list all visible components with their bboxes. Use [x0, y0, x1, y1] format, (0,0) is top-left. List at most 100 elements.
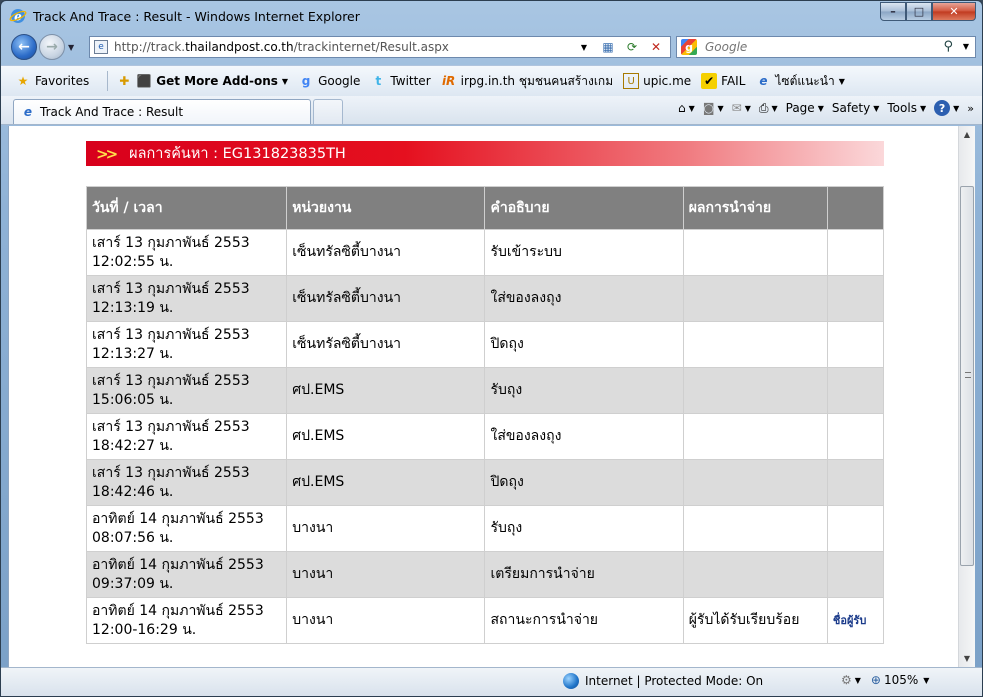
- cell-recipient: [826, 367, 885, 414]
- globe-icon: [563, 673, 579, 689]
- cell-delivery-result: ผู้รับได้รับเรียบร้อย: [682, 597, 828, 644]
- rss-feed-icon: ◙: [702, 101, 715, 115]
- cell-datetime: เสาร์ 13 กุมภาพันธ์ 2553 12:13:19 น.: [85, 275, 288, 322]
- refresh-icon[interactable]: ⟳: [620, 40, 644, 54]
- fail-icon: ✔: [701, 73, 718, 89]
- printer-icon: ⎙: [758, 100, 769, 115]
- address-url[interactable]: http://track.thailandpost.co.th/trackint…: [114, 40, 449, 54]
- zoom-control[interactable]: ⊕ 105% ▼: [871, 673, 930, 687]
- fav-item-addons[interactable]: ✚ ⬛ Get More Add-ons ▼: [116, 73, 288, 89]
- fav-item-suggested-sites[interactable]: e ไซต์แนะนำ ▼: [755, 72, 845, 91]
- cell-office: บางนา: [286, 551, 486, 598]
- zoom-icon: ⊕: [870, 673, 881, 687]
- search-input[interactable]: [703, 39, 923, 55]
- maximize-button[interactable]: □: [906, 2, 932, 21]
- tab-title: Track And Trace : Result: [40, 105, 184, 119]
- safety-menu[interactable]: Safety ▼: [832, 101, 880, 115]
- cell-time: 12:13:19 น.: [92, 299, 174, 316]
- chevron-down-icon: ▼: [838, 76, 845, 86]
- chevron-down-icon[interactable]: ▼: [855, 676, 861, 685]
- navigation-bar: ← → ▼ e http://track.thailandpost.co.th/…: [1, 31, 982, 65]
- cell-datetime: อาทิตย์ 14 กุมภาพันธ์ 2553 09:37:09 น.: [85, 551, 288, 598]
- cell-time: 18:42:27 น.: [92, 437, 174, 454]
- tab-track-and-trace[interactable]: e Track And Trace : Result: [13, 99, 311, 124]
- table-row: เสาร์ 13 กุมภาพันธ์ 2553 18:42:46 น. ศป.E…: [85, 459, 885, 506]
- scrollbar-thumb[interactable]: [960, 186, 974, 566]
- back-button[interactable]: ←: [11, 34, 37, 60]
- cell-recipient: [826, 459, 885, 506]
- column-header-description: คำอธิบาย: [484, 186, 684, 230]
- divider: [107, 71, 109, 91]
- title-bar: e Track And Trace : Result - Windows Int…: [1, 1, 982, 31]
- favorites-label: Favorites: [35, 74, 90, 88]
- compatibility-view-icon[interactable]: ▦: [596, 40, 620, 54]
- page-menu[interactable]: Page ▼: [786, 101, 824, 115]
- window-controls: – □ ✕: [880, 2, 976, 21]
- vertical-scrollbar[interactable]: ▲ ▼: [958, 126, 975, 667]
- recipient-name-link[interactable]: ชื่อผู้รับ: [833, 614, 866, 627]
- new-tab-button[interactable]: [313, 99, 343, 124]
- favorites-button[interactable]: ★ Favorites: [15, 73, 90, 89]
- fav-item-irpg[interactable]: iR irpg.in.th ชุมชนคนสร้างเกม: [441, 72, 613, 91]
- search-options-dropdown-icon[interactable]: ▼: [963, 42, 969, 51]
- cell-delivery-result: [682, 459, 828, 506]
- table-row: เสาร์ 13 กุมภาพันธ์ 2553 12:13:19 น. เซ็น…: [85, 275, 885, 322]
- help-button[interactable]: ? ▼: [934, 100, 959, 116]
- ie-icon: e: [759, 74, 768, 88]
- fav-item-label: Google: [318, 74, 361, 88]
- cell-delivery-result: [682, 413, 828, 460]
- protected-mode-settings-icon[interactable]: ⚙: [841, 673, 852, 687]
- irpg-icon: iR: [441, 74, 456, 88]
- cell-time: 15:06:05 น.: [92, 391, 174, 408]
- fav-item-label: upic.me: [643, 74, 692, 88]
- zone-text: Internet | Protected Mode: On: [585, 674, 764, 688]
- cell-date: อาทิตย์ 14 กุมภาพันธ์ 2553: [92, 602, 264, 619]
- recent-pages-dropdown-icon[interactable]: ▼: [68, 43, 74, 52]
- chevron-down-icon: ▼: [923, 675, 930, 685]
- cell-time: 08:07:56 น.: [92, 529, 174, 546]
- tracking-table: วันที่ / เวลา หน่วยงาน คำอธิบาย ผลการนำจ…: [85, 186, 885, 644]
- column-header-datetime: วันที่ / เวลา: [85, 186, 288, 230]
- more-commands-icon[interactable]: »: [967, 102, 974, 115]
- cell-office: เซ็นทรัลซิตี้บางนา: [286, 275, 486, 322]
- address-dropdown-icon[interactable]: ▼: [572, 43, 596, 52]
- command-buttons: ⌂ ▼ ◙ ▼ ✉ ▼ ⎙ ▼ Page ▼ Safety ▼ Tools ▼ ? ▼ »: [670, 100, 974, 116]
- twitter-icon: t: [375, 74, 382, 88]
- mail-icon: ✉: [731, 101, 742, 115]
- chevron-down-icon: ▼: [281, 76, 289, 86]
- cell-datetime: เสาร์ 13 กุมภาพันธ์ 2553 12:13:27 น.: [85, 321, 288, 368]
- security-zone[interactable]: Internet | Protected Mode: On: [563, 673, 763, 689]
- stop-icon[interactable]: ✕: [644, 40, 668, 54]
- cell-office: เซ็นทรัลซิตี้บางนา: [286, 321, 486, 368]
- table-row: อาทิตย์ 14 กุมภาพันธ์ 2553 12:00-16:29 น.…: [85, 597, 885, 644]
- mail-button[interactable]: ✉ ▼: [732, 101, 751, 115]
- cell-recipient: [826, 275, 885, 322]
- address-bar[interactable]: e http://track.thailandpost.co.th/tracki…: [89, 36, 671, 58]
- status-bar: Internet | Protected Mode: On ⚙ ▼ ⊕ 105%…: [1, 667, 982, 696]
- google-icon: g: [301, 74, 311, 88]
- print-button[interactable]: ⎙ ▼: [759, 101, 778, 116]
- fav-item-upic[interactable]: U upic.me: [623, 73, 691, 89]
- scroll-up-arrow-icon[interactable]: ▲: [959, 126, 975, 143]
- arrow-left-icon: ←: [18, 39, 30, 55]
- cell-delivery-result: [682, 551, 828, 598]
- close-button[interactable]: ✕: [932, 2, 976, 21]
- cell-recipient: [826, 413, 885, 460]
- page-menu-label: Page: [785, 101, 815, 115]
- home-button[interactable]: ⌂ ▼: [678, 101, 695, 115]
- fav-item-twitter[interactable]: t Twitter: [370, 73, 431, 89]
- scroll-down-arrow-icon[interactable]: ▼: [959, 650, 975, 667]
- forward-button[interactable]: →: [39, 34, 65, 60]
- feeds-button[interactable]: ◙ ▼: [703, 101, 724, 115]
- tools-menu[interactable]: Tools ▼: [887, 101, 926, 115]
- fav-item-google[interactable]: g Google: [298, 73, 361, 89]
- fav-item-fail[interactable]: ✔ FAIL: [701, 73, 745, 89]
- add-favorite-icon[interactable]: ✚: [116, 73, 132, 89]
- search-icon[interactable]: ⚲: [943, 39, 953, 54]
- minimize-button[interactable]: –: [880, 2, 906, 21]
- cell-office: ศป.EMS: [286, 459, 486, 506]
- grip-icon: [965, 372, 971, 378]
- google-search-provider-icon[interactable]: g: [681, 39, 697, 55]
- cell-date: อาทิตย์ 14 กุมภาพันธ์ 2553: [92, 510, 264, 527]
- address-controls: ▼ ▦ ⟳ ✕: [572, 37, 668, 57]
